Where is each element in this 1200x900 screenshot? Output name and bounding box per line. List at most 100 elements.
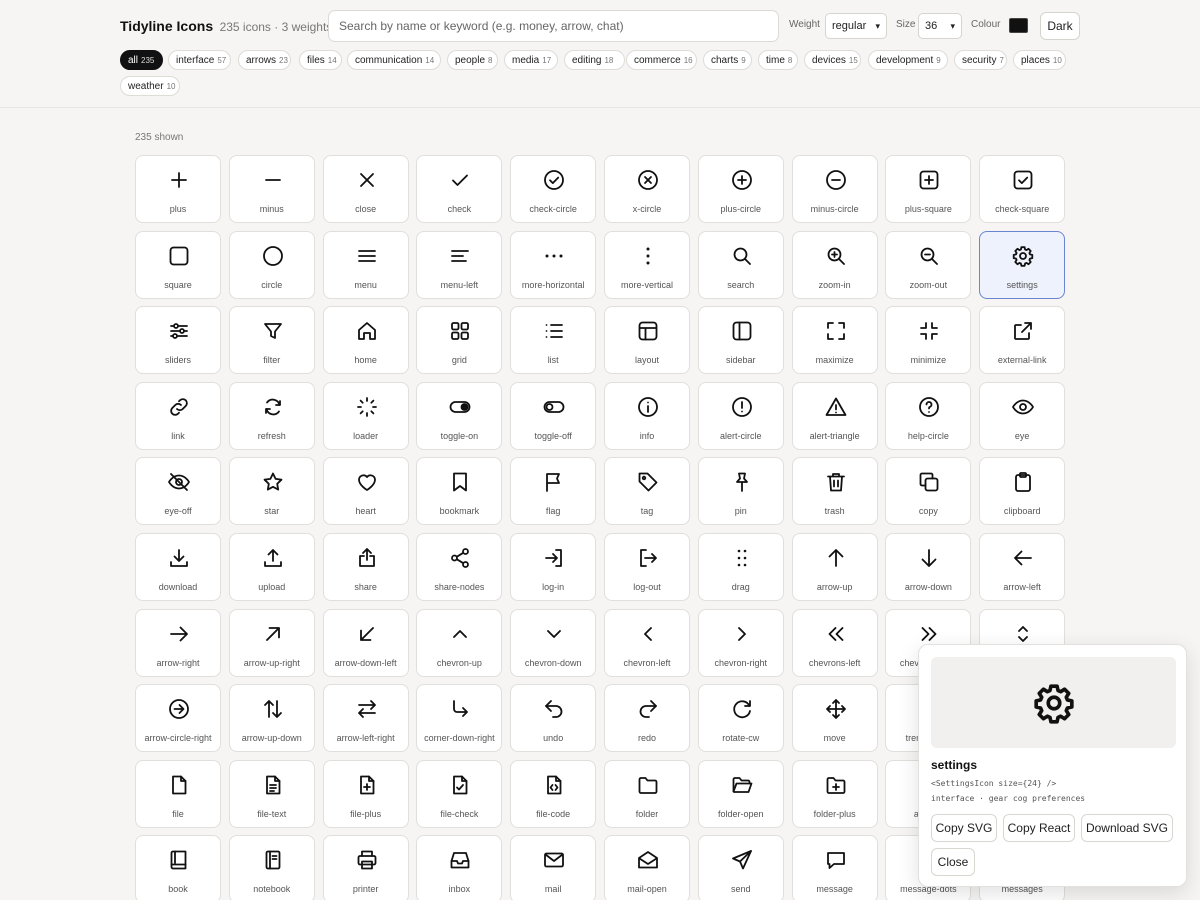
icon-tile-copy[interactable]: copy	[885, 457, 972, 526]
icon-tile-file-check[interactable]: file-check	[416, 759, 503, 828]
category-chip-interface[interactable]: interface 57	[168, 50, 231, 70]
icon-tile-mail-open[interactable]: mail-open	[604, 835, 690, 900]
icon-tile-drag[interactable]: drag	[697, 533, 784, 601]
icon-tile-log-in[interactable]: log-in	[510, 533, 597, 601]
icon-tile-flag[interactable]: flag	[510, 457, 597, 526]
icon-tile-plus-circle[interactable]: plus-circle	[697, 155, 784, 223]
icon-tile-search[interactable]: search	[697, 230, 784, 299]
icon-tile-check-square[interactable]: check-square	[979, 155, 1066, 223]
icon-tile-more-horizontal[interactable]: more-horizontal	[510, 230, 597, 299]
icon-tile-square[interactable]: square	[135, 230, 221, 299]
icon-tile-layout[interactable]: layout	[604, 306, 690, 375]
icon-tile-loader[interactable]: loader	[322, 381, 409, 450]
category-chip-development[interactable]: development 9	[868, 50, 948, 70]
icon-tile-arrow-down[interactable]: arrow-down	[885, 533, 972, 601]
category-chip-people[interactable]: people 8	[447, 50, 498, 70]
icon-tile-circle[interactable]: circle	[228, 230, 315, 299]
category-chip-commerce[interactable]: commerce 16	[626, 50, 697, 70]
icon-tile-minimize[interactable]: minimize	[885, 306, 972, 375]
icon-tile-menu[interactable]: menu	[322, 230, 409, 299]
icon-tile-list[interactable]: list	[510, 306, 597, 375]
icon-tile-alert-triangle[interactable]: alert-triangle	[791, 381, 878, 450]
icon-tile-move[interactable]: move	[791, 684, 878, 753]
icon-tile-more-vertical[interactable]: more-vertical	[604, 230, 690, 299]
category-chip-editing[interactable]: editing 18	[564, 50, 625, 70]
icon-tile-file-plus[interactable]: file-plus	[322, 759, 409, 828]
icon-tile-arrow-circle-right[interactable]: arrow-circle-right	[135, 684, 221, 753]
icon-tile-help-circle[interactable]: help-circle	[885, 381, 972, 450]
icon-tile-file-code[interactable]: file-code	[510, 759, 597, 828]
icon-tile-clipboard[interactable]: clipboard	[979, 457, 1066, 526]
category-chip-media[interactable]: media 17	[504, 50, 558, 70]
icon-tile-redo[interactable]: redo	[604, 684, 690, 753]
icon-tile-folder-open[interactable]: folder-open	[697, 759, 784, 828]
icon-tile-chevron-right[interactable]: chevron-right	[697, 608, 784, 677]
icon-tile-pin[interactable]: pin	[697, 457, 784, 526]
icon-tile-filter[interactable]: filter	[228, 306, 315, 375]
category-chip-places[interactable]: places 10	[1013, 50, 1066, 70]
icon-tile-settings[interactable]: settings	[979, 230, 1066, 299]
category-chip-devices[interactable]: devices 15	[804, 50, 861, 70]
icon-tile-chevrons-left[interactable]: chevrons-left	[791, 608, 878, 677]
icon-tile-minus-circle[interactable]: minus-circle	[791, 155, 878, 223]
icon-tile-alert-circle[interactable]: alert-circle	[697, 381, 784, 450]
icon-tile-bookmark[interactable]: bookmark	[416, 457, 503, 526]
icon-tile-file-text[interactable]: file-text	[228, 759, 315, 828]
icon-tile-plus[interactable]: plus	[135, 155, 221, 223]
category-chip-arrows[interactable]: arrows 23	[238, 50, 291, 70]
icon-tile-arrow-left[interactable]: arrow-left	[979, 533, 1066, 601]
icon-tile-check-circle[interactable]: check-circle	[510, 155, 597, 223]
icon-tile-notebook[interactable]: notebook	[228, 835, 315, 900]
icon-tile-menu-left[interactable]: menu-left	[416, 230, 503, 299]
icon-tile-upload[interactable]: upload	[228, 533, 315, 601]
icon-tile-send[interactable]: send	[697, 835, 784, 900]
icon-tile-folder[interactable]: folder	[604, 759, 690, 828]
category-chip-files[interactable]: files 14	[299, 50, 342, 70]
category-chip-security[interactable]: security 7	[954, 50, 1007, 70]
icon-tile-sidebar[interactable]: sidebar	[697, 306, 784, 375]
icon-tile-arrow-down-left[interactable]: arrow-down-left	[322, 608, 409, 677]
icon-tile-book[interactable]: book	[135, 835, 221, 900]
icon-tile-log-out[interactable]: log-out	[604, 533, 690, 601]
icon-tile-eye-off[interactable]: eye-off	[135, 457, 221, 526]
icon-tile-message[interactable]: message	[791, 835, 878, 900]
icon-tile-check[interactable]: check	[416, 155, 503, 223]
icon-tile-external-link[interactable]: external-link	[979, 306, 1066, 375]
icon-tile-toggle-off[interactable]: toggle-off	[510, 381, 597, 450]
icon-tile-chevron-up[interactable]: chevron-up	[416, 608, 503, 677]
icon-tile-printer[interactable]: printer	[322, 835, 409, 900]
icon-tile-star[interactable]: star	[228, 457, 315, 526]
icon-tile-undo[interactable]: undo	[510, 684, 597, 753]
icon-tile-x-circle[interactable]: x-circle	[604, 155, 690, 223]
icon-tile-inbox[interactable]: inbox	[416, 835, 503, 900]
icon-tile-zoom-out[interactable]: zoom-out	[885, 230, 972, 299]
icon-tile-folder-plus[interactable]: folder-plus	[791, 759, 878, 828]
category-chip-communication[interactable]: communication 14	[347, 50, 441, 70]
icon-tile-corner-down-right[interactable]: corner-down-right	[416, 684, 503, 753]
icon-tile-share[interactable]: share	[322, 533, 409, 601]
icon-tile-arrow-left-right[interactable]: arrow-left-right	[322, 684, 409, 753]
icon-tile-trash[interactable]: trash	[791, 457, 878, 526]
search-input[interactable]	[328, 10, 779, 42]
icon-tile-arrow-up-right[interactable]: arrow-up-right	[228, 608, 315, 677]
icon-tile-close[interactable]: close	[322, 155, 409, 223]
icon-tile-grid[interactable]: grid	[416, 306, 503, 375]
download-svg-button[interactable]: Download SVG	[1081, 814, 1173, 842]
category-chip-time[interactable]: time 8	[758, 50, 798, 70]
copy-svg-button[interactable]: Copy SVG	[931, 814, 997, 842]
icon-tile-arrow-right[interactable]: arrow-right	[135, 608, 221, 677]
category-chip-charts[interactable]: charts 9	[703, 50, 752, 70]
icon-tile-mail[interactable]: mail	[510, 835, 597, 900]
copy-react-button[interactable]: Copy React	[1003, 814, 1075, 842]
icon-tile-sliders[interactable]: sliders	[135, 306, 221, 375]
icon-tile-plus-square[interactable]: plus-square	[885, 155, 972, 223]
icon-tile-heart[interactable]: heart	[322, 457, 409, 526]
weight-select[interactable]: regular ▾	[825, 13, 887, 39]
icon-tile-download[interactable]: download	[135, 533, 221, 601]
icon-tile-link[interactable]: link	[135, 381, 221, 450]
icon-tile-chevron-down[interactable]: chevron-down	[510, 608, 597, 677]
icon-tile-maximize[interactable]: maximize	[791, 306, 878, 375]
icon-tile-share-nodes[interactable]: share-nodes	[416, 533, 503, 601]
category-chip-all[interactable]: all 235	[120, 50, 163, 70]
icon-tile-zoom-in[interactable]: zoom-in	[791, 230, 878, 299]
